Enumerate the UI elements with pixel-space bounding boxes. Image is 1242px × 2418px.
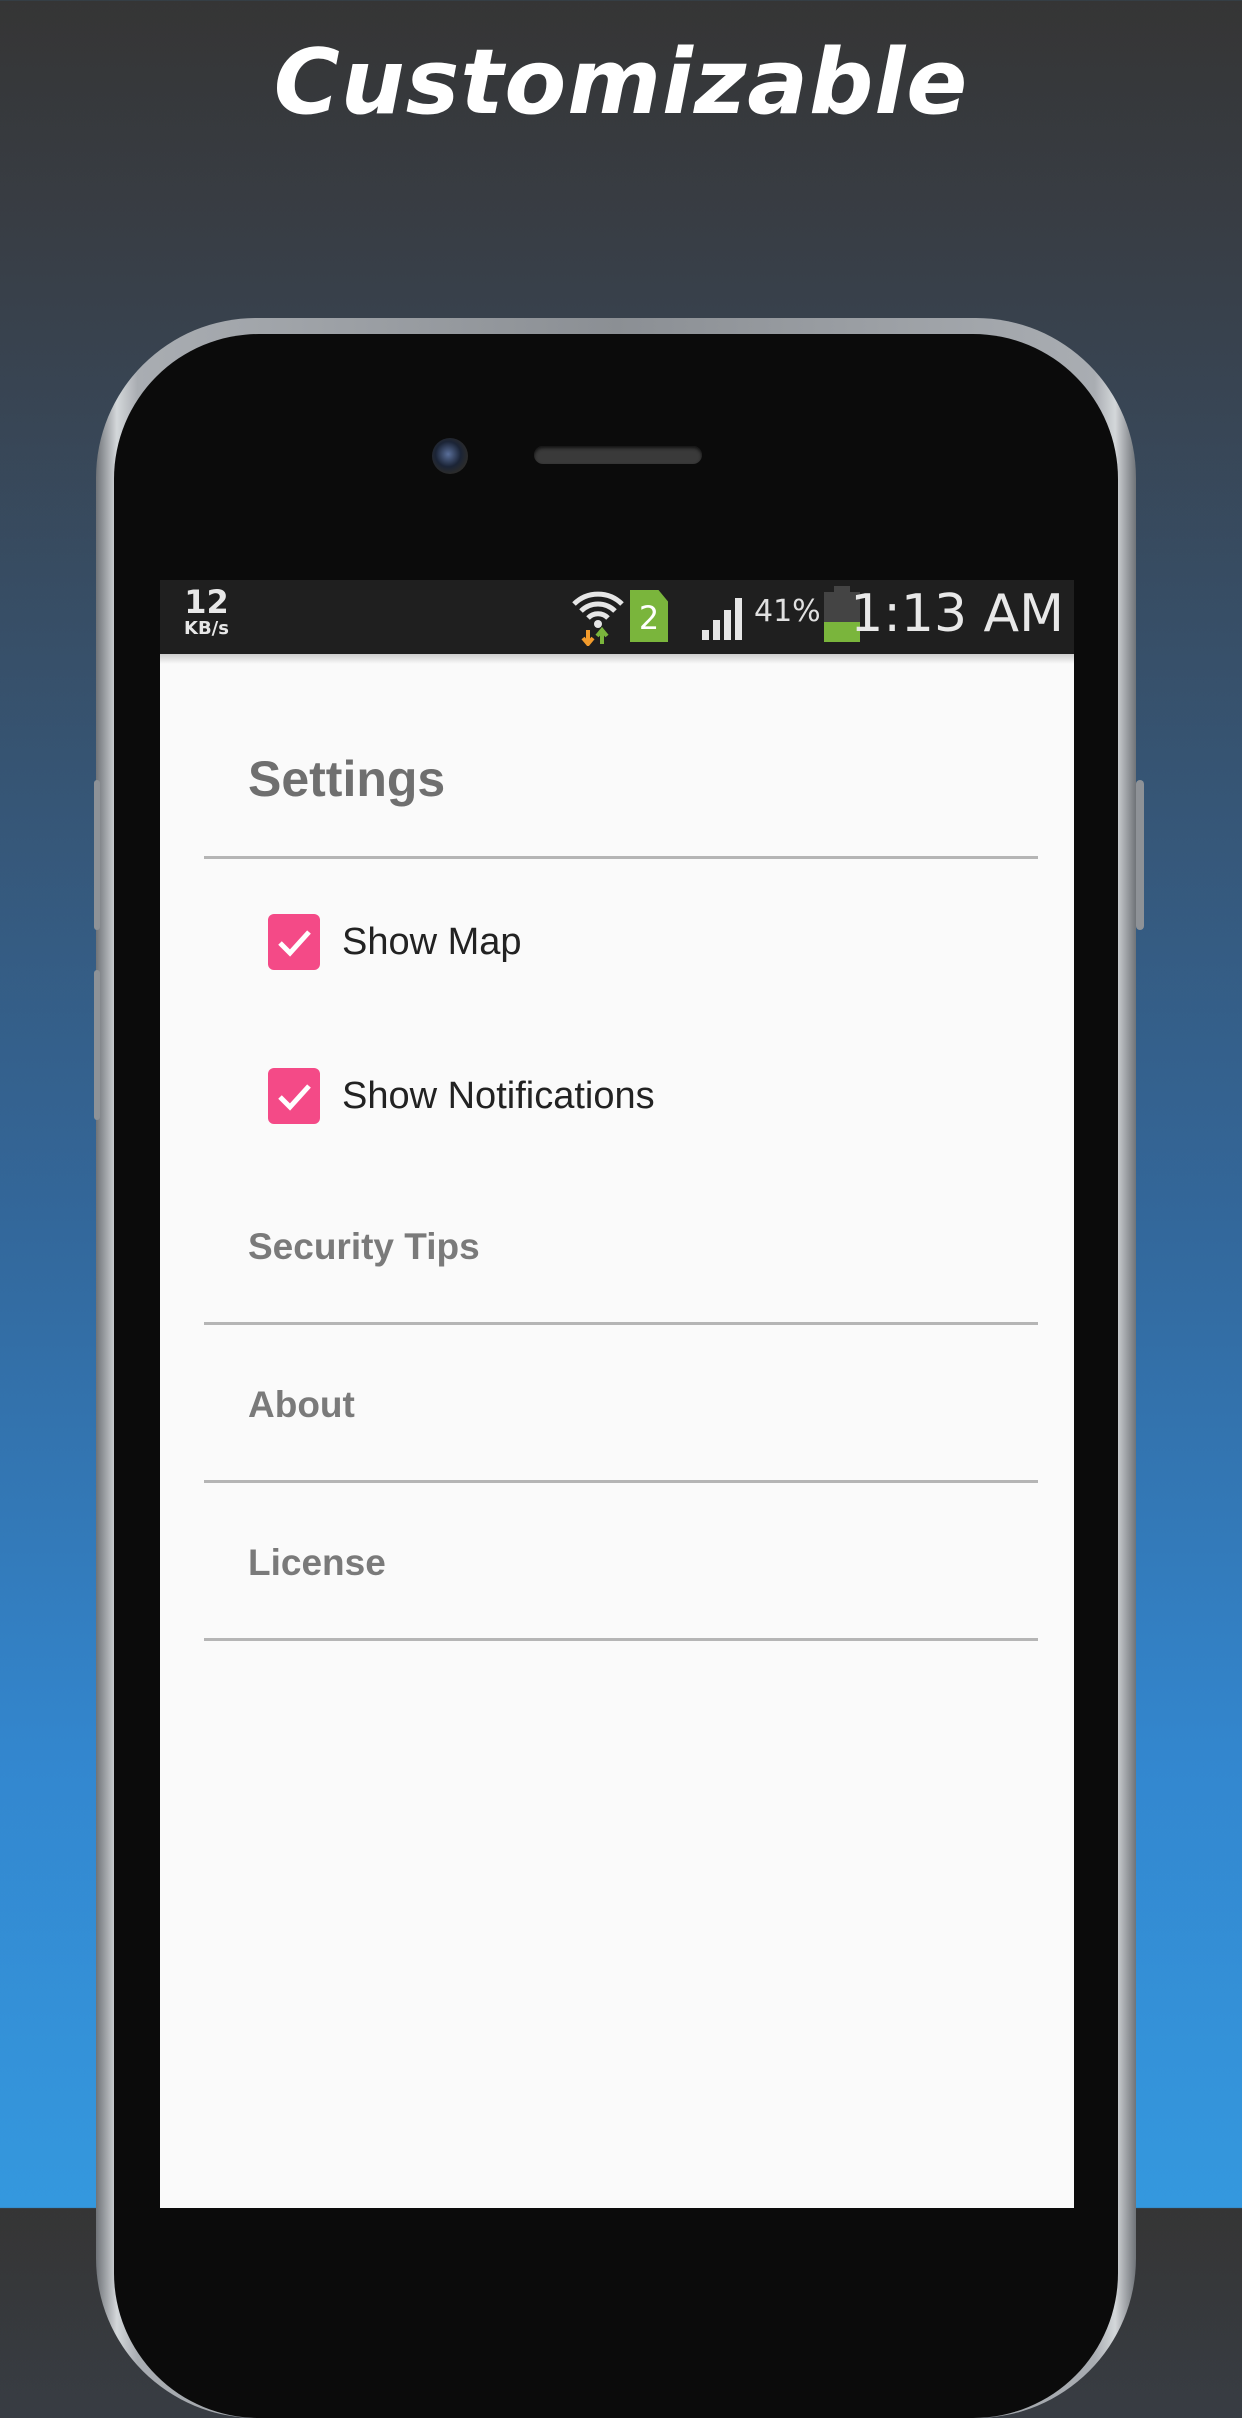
show-notifications-label: Show Notifications bbox=[342, 1074, 655, 1117]
earpiece-speaker bbox=[534, 446, 702, 464]
security-tips-divider bbox=[204, 1322, 1038, 1325]
wifi-icon bbox=[572, 591, 624, 646]
sim-card-icon: 2 bbox=[630, 590, 668, 642]
check-icon bbox=[278, 1084, 311, 1111]
power-button bbox=[1136, 780, 1144, 930]
network-speed-value: 12 bbox=[184, 583, 229, 621]
security-tips-item[interactable]: Security Tips bbox=[248, 1226, 480, 1268]
promo-title: Customizable bbox=[273, 30, 969, 135]
statusbar-shadow bbox=[160, 654, 1074, 664]
check-icon bbox=[278, 930, 311, 957]
show-map-label: Show Map bbox=[342, 920, 522, 963]
volume-button bbox=[94, 780, 100, 930]
about-item[interactable]: About bbox=[248, 1384, 355, 1426]
network-speed-unit: KB/s bbox=[184, 618, 229, 639]
volume-button-lower bbox=[94, 970, 100, 1120]
front-camera bbox=[432, 438, 468, 474]
show-map-checkbox[interactable] bbox=[268, 914, 320, 970]
battery-percent: 41% bbox=[754, 594, 821, 629]
show-notifications-row[interactable]: Show Notifications bbox=[268, 1066, 655, 1126]
about-divider bbox=[204, 1480, 1038, 1483]
status-clock: 1:13 AM bbox=[850, 584, 1064, 644]
status-bar: 12 KB/s 2 41% 1:13 AM bbox=[160, 580, 1074, 654]
signal-icon bbox=[702, 598, 742, 640]
phone-screen: 12 KB/s 2 41% 1:13 AM Settings Show Map … bbox=[160, 580, 1074, 2208]
page-title: Settings bbox=[248, 751, 446, 807]
show-notifications-checkbox[interactable] bbox=[268, 1068, 320, 1124]
network-speed: 12 KB/s bbox=[184, 586, 229, 638]
title-divider bbox=[204, 856, 1038, 859]
license-item[interactable]: License bbox=[248, 1542, 386, 1584]
license-divider bbox=[204, 1638, 1038, 1641]
show-map-row[interactable]: Show Map bbox=[268, 912, 522, 972]
